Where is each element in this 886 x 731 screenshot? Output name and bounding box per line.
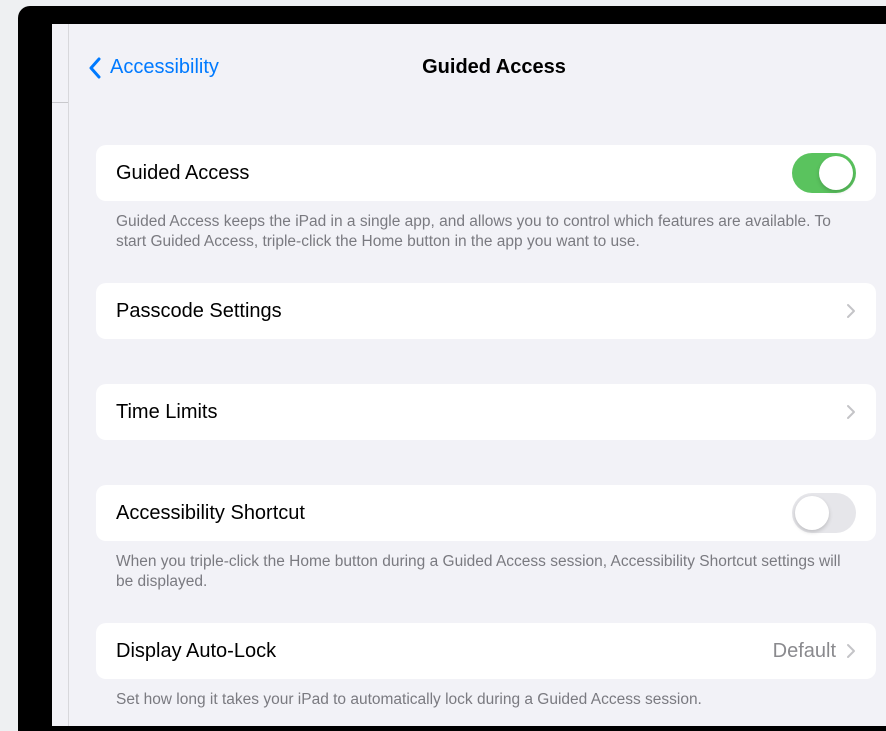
display-auto-lock-value: Default <box>772 639 836 662</box>
passcode-settings-row[interactable]: Passcode Settings <box>96 283 876 339</box>
page-title: Guided Access <box>422 56 566 78</box>
sidebar-divider <box>52 102 68 103</box>
navigation-bar: Accessibility Guided Access <box>68 24 886 104</box>
passcode-settings-label: Passcode Settings <box>116 299 282 322</box>
display-auto-lock-footer: Set how long it takes your iPad to autom… <box>116 691 702 708</box>
guided-access-toggle[interactable] <box>792 153 856 193</box>
ipad-frame: Accessibility Guided Access Guided Acces… <box>18 6 886 731</box>
accessibility-shortcut-row: Accessibility Shortcut <box>96 485 876 541</box>
accessibility-shortcut-toggle[interactable] <box>792 493 856 533</box>
accessibility-shortcut-label: Accessibility Shortcut <box>116 501 305 524</box>
toggle-knob <box>819 156 853 190</box>
chevron-right-icon <box>847 405 855 419</box>
guided-access-footer: Guided Access keeps the iPad in a single… <box>116 213 831 250</box>
time-limits-label: Time Limits <box>116 400 218 423</box>
guided-access-label: Guided Access <box>116 161 250 184</box>
sidebar-edge <box>52 24 69 726</box>
toggle-knob <box>795 496 829 530</box>
settings-screen: Accessibility Guided Access Guided Acces… <box>52 24 886 726</box>
display-auto-lock-label: Display Auto-Lock <box>116 639 277 662</box>
display-auto-lock-row[interactable]: Display Auto-Lock Default <box>96 623 876 679</box>
chevron-right-icon <box>847 304 855 318</box>
display-auto-lock-accessory: Default <box>773 640 856 663</box>
guided-access-row: Guided Access <box>96 145 876 201</box>
time-limits-row[interactable]: Time Limits <box>96 384 876 440</box>
chevron-right-icon <box>847 644 855 658</box>
accessibility-shortcut-footer: When you triple-click the Home button du… <box>116 553 841 590</box>
